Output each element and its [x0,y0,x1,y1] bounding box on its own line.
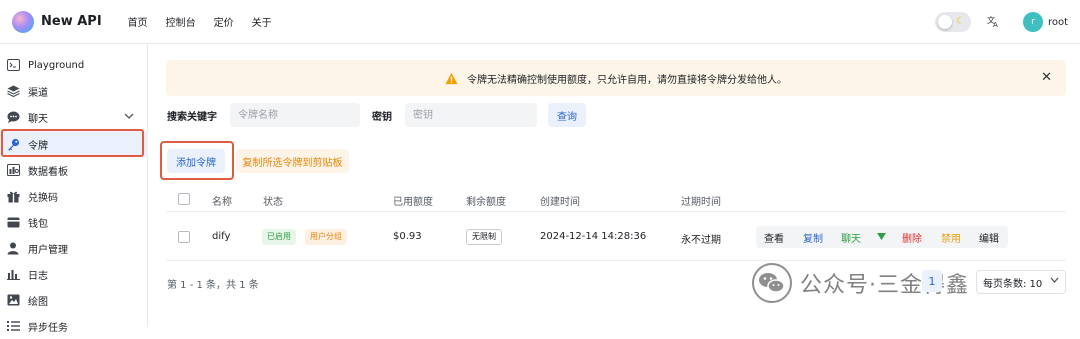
key-label: 密钥 [372,112,392,123]
language-icon[interactable]: 文A [987,14,1001,31]
copy-selected-button[interactable]: 复制所选令牌到剪贴板 [236,149,349,173]
nav-console[interactable]: 控制台 [166,14,196,29]
row-actions: 查看 复制 聊天 删除 禁用 编辑 [756,226,1008,248]
sidebar-item-label: 日志 [28,270,48,282]
nav-about[interactable]: 关于 [252,14,272,29]
column-expires: 过期时间 [681,197,721,208]
warning-icon [445,72,458,84]
chevron-down-icon [1050,276,1059,286]
warning-banner: 令牌无法精确控制使用额度，只允许自用，请勿直接将令牌分发给他人。 ✕ [166,60,1066,96]
add-token-button[interactable]: 添加令牌 [167,149,225,173]
view-button[interactable]: 查看 [764,230,784,245]
wallet-icon [6,215,20,229]
user-name[interactable]: root [1048,17,1068,28]
sidebar-item-label: Playground [28,59,85,71]
pagination-summary: 第 1 - 1 条，共 1 条 [167,280,259,291]
sidebar-item-logs[interactable]: 日志 [0,261,148,287]
layers-icon [6,84,20,98]
top-nav: 首页 控制台 定价 关于 [128,14,272,29]
wechat-icon [752,263,792,303]
sidebar-item-drawing[interactable]: 绘图 [0,287,148,313]
user-icon [6,241,20,255]
sidebar-item-label: 用户管理 [28,244,68,256]
caret-down-icon[interactable] [877,232,886,243]
page-number-button[interactable]: 1 [922,270,942,292]
sidebar-item-redeem-codes[interactable]: 兑换码 [0,183,148,209]
page-size-select[interactable]: 每页条数: 10 [976,270,1066,294]
disable-button[interactable]: 禁用 [941,230,961,245]
nav-home[interactable]: 首页 [128,14,148,29]
sidebar-item-channels[interactable]: 渠道 [0,78,148,104]
sidebar-item-label: 钱包 [28,218,48,230]
key-input[interactable] [405,103,537,127]
chat-icon [6,110,20,124]
sidebar-item-tokens[interactable]: 令牌 [0,131,148,157]
query-button[interactable]: 查询 [548,103,586,127]
sidebar-item-label: 聊天 [28,113,48,125]
copy-button[interactable]: 复制 [803,230,823,245]
column-status: 状态 [263,197,283,208]
app-logo[interactable] [12,10,34,33]
row-checkbox[interactable] [178,231,190,243]
sidebar-item-dashboard[interactable]: 数据看板 [0,157,148,183]
used-quota: $0.93 [393,231,422,242]
sidebar-item-user-management[interactable]: 用户管理 [0,235,148,261]
keyword-input[interactable] [230,103,360,127]
created-time: 2024-12-14 14:28:36 [540,231,647,242]
app-name[interactable]: New API [41,14,102,29]
sidebar-item-label: 兑换码 [28,192,58,204]
expire-time: 永不过期 [681,235,721,246]
edit-button[interactable]: 编辑 [979,230,999,245]
column-remaining: 剩余额度 [466,197,506,208]
sidebar: Playground 渠道 聊天 令牌 数据看板 兑换码 钱包 用户管理 日志 … [0,44,148,334]
status-badge: 已启用 [262,229,296,245]
nav-pricing[interactable]: 定价 [214,14,234,29]
sidebar-item-label: 数据看板 [28,166,68,178]
group-badge: 用户分组 [305,229,347,245]
column-name: 名称 [212,197,232,208]
close-icon[interactable]: ✕ [1041,70,1052,85]
sidebar-item-label: 绘图 [28,296,48,308]
key-icon [6,137,20,151]
keyword-label: 搜索关键字 [167,112,217,123]
dashboard-icon [6,163,20,177]
gift-icon [6,189,20,203]
table-row: dify 已启用 用户分组 $0.93 无限制 2024-12-14 14:28… [166,213,1066,261]
sidebar-item-playground[interactable]: Playground [0,52,148,78]
page-size-value: 每页条数: 10 [983,278,1043,290]
moon-icon: ☾ [955,16,965,27]
token-name: dify [212,231,231,242]
avatar[interactable]: r [1022,12,1043,32]
histogram-icon [6,267,20,281]
chat-button[interactable]: 聊天 [841,230,861,245]
sidebar-item-chat[interactable]: 聊天 [0,104,148,130]
column-created: 创建时间 [540,197,580,208]
svg-text:A: A [993,21,998,28]
sidebar-item-label: 令牌 [28,140,48,152]
banner-text: 令牌无法精确控制使用额度，只允许自用，请勿直接将令牌分发给他人。 [467,74,787,86]
select-all-checkbox[interactable] [178,193,190,205]
chevron-down-icon[interactable] [124,112,134,122]
sidebar-item-async-tasks[interactable]: 异步任务 [0,313,148,339]
remaining-quota: 无限制 [466,229,502,245]
task-list-icon [6,319,20,333]
image-icon [6,293,20,307]
sidebar-item-label: 渠道 [28,87,48,99]
table-header: 名称 状态 已用额度 剩余额度 创建时间 过期时间 [166,186,1066,212]
sidebar-item-label: 异步任务 [28,322,68,334]
sidebar-item-wallet[interactable]: 钱包 [0,209,148,235]
column-used: 已用额度 [393,197,433,208]
theme-toggle[interactable]: ☾ [934,12,971,32]
terminal-icon [6,58,20,72]
delete-button[interactable]: 删除 [902,230,922,245]
watermark-text: 公众号·三金得鑫 [800,273,969,298]
toggle-knob [937,15,952,29]
top-bar: New API 首页 控制台 定价 关于 ☾ 文A r root [0,0,1080,44]
